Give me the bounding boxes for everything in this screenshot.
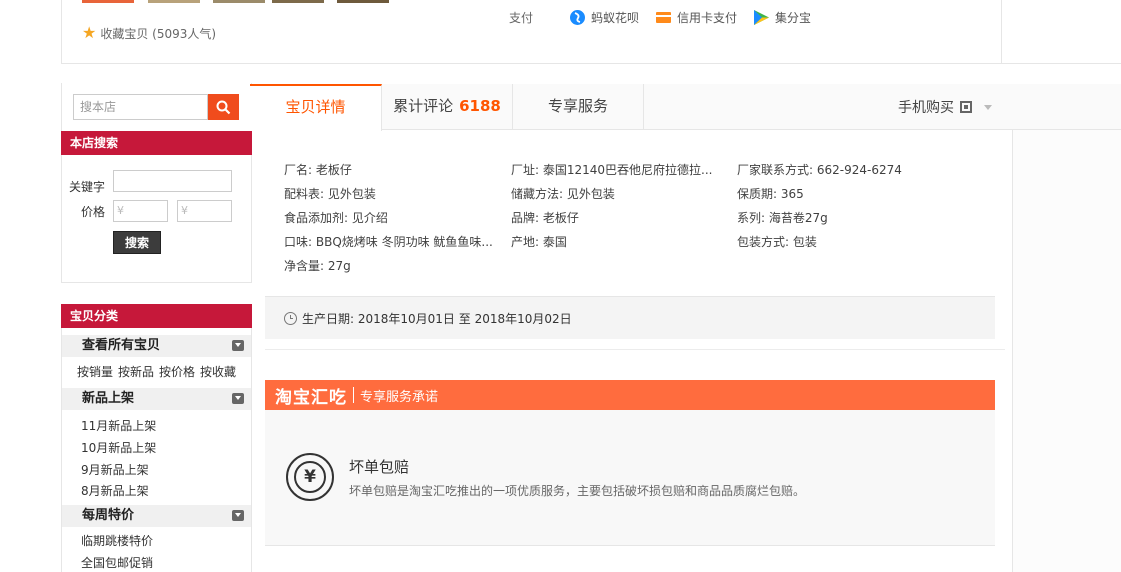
category-group-label: 每周特价	[82, 508, 135, 523]
category-group-label: 新品上架	[82, 391, 135, 406]
attribute-item: 厂家联系方式: 662-924-6274	[737, 163, 902, 177]
service-header: 淘宝汇吃 专享服务承诺	[265, 380, 995, 410]
search-icon	[216, 100, 231, 114]
favorite-label: 收藏宝贝 (5093人气)	[100, 26, 217, 41]
production-date: 生产日期: 2018年10月01日 至 2018年10月02日	[302, 311, 572, 326]
review-count: 6188	[459, 97, 501, 115]
category-link[interactable]: 临期跳楼特价	[81, 532, 153, 549]
qr-code-icon	[960, 101, 972, 113]
sort-link-sales[interactable]: 按销量	[77, 363, 113, 380]
thumbnail-3[interactable]	[213, 0, 265, 3]
mobile-buy-label: 手机购买	[898, 100, 954, 116]
huabei-icon	[570, 9, 585, 25]
attribute-item: 产地: 泰国	[511, 235, 567, 249]
credit-card-icon	[656, 11, 671, 23]
category-group-all[interactable]: 查看所有宝贝	[62, 335, 251, 357]
pay-method-credit: 信用卡支付	[655, 7, 737, 27]
service-body	[265, 410, 995, 546]
attribute-item: 包装方式: 包装	[737, 235, 817, 249]
top-right-box	[1001, 0, 1121, 64]
collapse-icon[interactable]	[232, 393, 244, 404]
production-date-bar: 生产日期: 2018年10月01日 至 2018年10月02日	[265, 296, 995, 339]
thumbnail-1[interactable]	[82, 0, 134, 3]
category-group-special[interactable]: 每周特价	[62, 505, 251, 527]
tab-reviews[interactable]: 累计评论 6188	[382, 84, 513, 130]
thumbnail-2[interactable]	[148, 0, 200, 3]
attribute-item: 净含量: 27g	[284, 259, 351, 273]
section-divider	[265, 349, 1005, 350]
attribute-item: 储藏方法: 见外包装	[511, 187, 615, 201]
attribute-item: 系列: 海苔卷27g	[737, 211, 828, 225]
tab-detail[interactable]: 宝贝详情	[250, 84, 382, 131]
clock-icon	[284, 311, 297, 325]
price-label: 价格	[81, 205, 106, 219]
category-link[interactable]: 全国包邮促销	[81, 554, 153, 571]
tab-reviews-label: 累计评论	[393, 97, 454, 115]
jifenbao-icon	[754, 9, 769, 25]
store-search-input[interactable]: 搜本店	[73, 94, 208, 120]
attribute-item: 食品添加剂: 见介绍	[284, 211, 388, 225]
attribute-item: 保质期: 365	[737, 187, 804, 201]
service-subtitle: 专享服务承诺	[360, 389, 439, 405]
price-max-input[interactable]: ¥	[177, 200, 232, 222]
collapse-icon[interactable]	[232, 510, 244, 521]
chevron-down-icon	[984, 104, 992, 110]
category-link[interactable]: 8月新品上架	[81, 482, 149, 499]
attribute-item: 品牌: 老板仔	[511, 211, 579, 225]
right-column	[1012, 130, 1121, 572]
service-brand: 淘宝汇吃	[275, 387, 347, 408]
attribute-item: 口味: BBQ烧烤味 冬阴功味 鱿鱼鱼味...	[284, 235, 493, 249]
collapse-icon[interactable]	[232, 340, 244, 351]
category-link[interactable]: 9月新品上架	[81, 461, 149, 478]
star-icon: ★	[82, 23, 97, 42]
sort-links: 按销量 按新品 按价格 按收藏	[77, 363, 236, 380]
tab-service[interactable]: 专享服务	[513, 84, 644, 130]
keyword-label: 关键字	[69, 180, 106, 194]
attribute-item: 配料表: 见外包装	[284, 187, 376, 201]
store-search-title: 本店搜索	[61, 131, 252, 155]
keyword-input[interactable]	[113, 170, 232, 192]
category-group-label: 查看所有宝贝	[82, 338, 161, 353]
pay-method-huabei: 蚂蚁花呗	[569, 7, 639, 27]
pay-label: 支付	[509, 11, 534, 25]
sort-link-new[interactable]: 按新品	[118, 363, 154, 380]
store-search-button[interactable]	[208, 94, 239, 120]
pay-method-label: 信用卡支付	[677, 10, 738, 25]
mobile-buy-button[interactable]: 手机购买	[898, 97, 992, 117]
service-item-title: 坏单包赔	[349, 458, 410, 476]
sort-link-price[interactable]: 按价格	[159, 363, 195, 380]
category-link[interactable]: 11月新品上架	[81, 417, 156, 434]
pay-method-label: 蚂蚁花呗	[591, 10, 640, 25]
thumbnail-4[interactable]	[272, 0, 324, 3]
yen-shield-icon: ¥	[286, 453, 334, 501]
price-min-input[interactable]: ¥	[113, 200, 168, 222]
store-search-submit-button[interactable]: 搜索	[113, 231, 161, 254]
service-item-description: 坏单包赔是淘宝汇吃推出的一项优质服务，主要包括破坏损包赔和商品品质腐烂包赔。	[349, 484, 806, 498]
service-header-divider	[353, 387, 354, 403]
attribute-item: 厂名: 老板仔	[284, 163, 352, 177]
category-link[interactable]: 10月新品上架	[81, 439, 156, 456]
attribute-item: 厂址: 泰国12140巴吞他尼府拉德拉...	[511, 163, 713, 177]
pay-method-jifenbao: 集分宝	[753, 7, 811, 27]
favorite-button[interactable]: ★ 收藏宝贝 (5093人气)	[82, 24, 216, 42]
thumbnail-5[interactable]	[337, 0, 389, 3]
sort-link-favorites[interactable]: 按收藏	[200, 363, 236, 380]
pay-method-label: 集分宝	[775, 10, 812, 25]
category-title: 宝贝分类	[61, 304, 252, 328]
category-group-new[interactable]: 新品上架	[62, 388, 251, 410]
